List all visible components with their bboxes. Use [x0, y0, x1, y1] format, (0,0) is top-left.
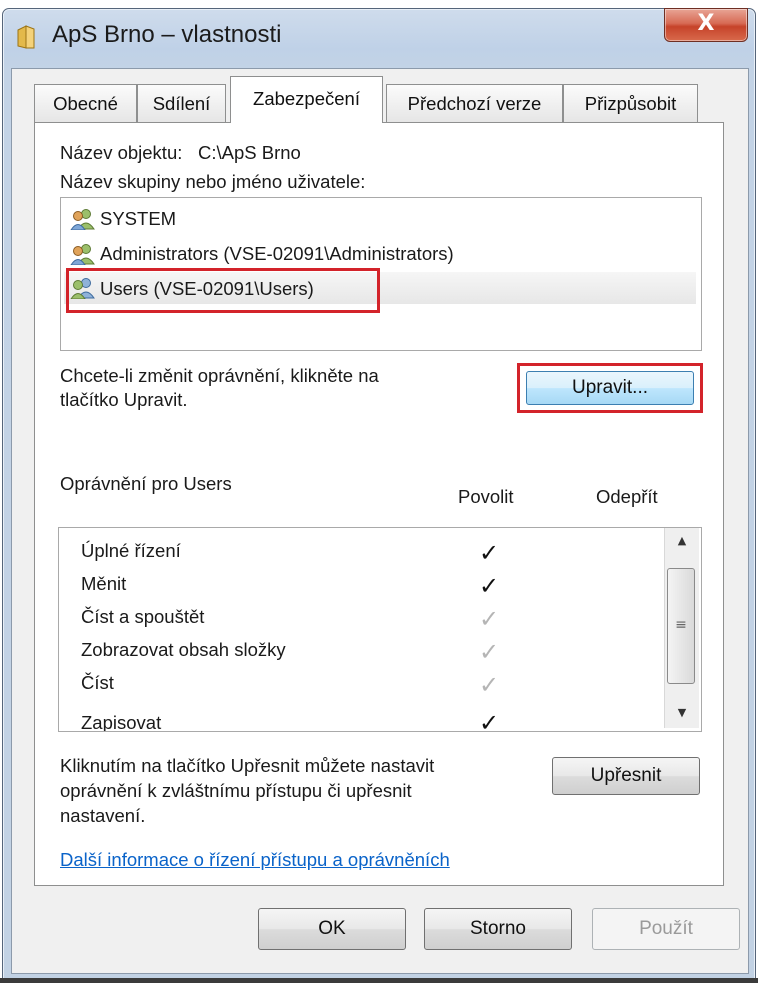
- background-document-strip: [0, 0, 758, 8]
- tab-customize[interactable]: Přizpůsobit: [563, 84, 698, 122]
- cancel-button[interactable]: Storno: [424, 908, 572, 950]
- tab-sharing[interactable]: Sdílení: [137, 84, 226, 122]
- change-permissions-hint-line2: tlačítko Upravit.: [60, 389, 188, 410]
- column-allow: Povolit: [458, 486, 514, 507]
- users-group-icon: [70, 208, 96, 231]
- scroll-up-arrow-icon[interactable]: ▲: [665, 528, 699, 554]
- scroll-down-arrow-icon[interactable]: ▼: [665, 700, 699, 726]
- apply-button[interactable]: Použít: [592, 908, 740, 950]
- permission-name: Číst a spouštět: [81, 606, 205, 627]
- ok-button[interactable]: OK: [258, 908, 406, 950]
- window-title: ApS Brno – vlastnosti: [52, 21, 282, 48]
- tab-security[interactable]: Zabezpečení: [230, 76, 383, 123]
- highlight-box-edit: [517, 363, 703, 413]
- allow-check-icon: ✓: [479, 709, 500, 732]
- allow-check-icon: ✓: [479, 572, 500, 600]
- allow-check-icon: ✓: [479, 539, 500, 567]
- folder-icon: [16, 24, 40, 50]
- tab-general[interactable]: Obecné: [34, 84, 137, 122]
- change-permissions-hint-line1: Chcete-li změnit oprávnění, klikněte na: [60, 365, 379, 386]
- permissions-scrollbar[interactable]: ▲ ≡ ▼: [664, 528, 699, 728]
- object-name-label: Název objektu:: [60, 142, 183, 163]
- scrollbar-thumb[interactable]: ≡: [667, 568, 695, 684]
- info-link[interactable]: Další informace o řízení přístupu a oprá…: [60, 849, 450, 871]
- permissions-list[interactable]: Úplné řízení ✓ Měnit ✓ Číst a spouštět ✓…: [58, 527, 702, 732]
- allow-check-icon-inherited: ✓: [479, 605, 500, 633]
- highlight-box-users: [66, 268, 380, 313]
- permission-name: Číst: [81, 672, 114, 693]
- object-name-value: C:\ApS Brno: [198, 142, 301, 163]
- advanced-hint-line3: nastavení.: [60, 805, 146, 826]
- allow-check-icon-inherited: ✓: [479, 671, 500, 699]
- advanced-button[interactable]: Upřesnit: [552, 757, 700, 795]
- permission-name: Měnit: [81, 573, 127, 594]
- bottom-shadow: [0, 978, 758, 983]
- permission-name: Zobrazovat obsah složky: [81, 639, 286, 660]
- permissions-title: Oprávnění pro Users: [60, 473, 232, 494]
- allow-check-icon-inherited: ✓: [479, 638, 500, 666]
- advanced-hint-line2: oprávnění k zvláštnímu přístupu či upřes…: [60, 780, 412, 801]
- group-or-user-names-label: Název skupiny nebo jméno uživatele:: [60, 171, 366, 192]
- permission-name: Zapisovat: [81, 712, 162, 732]
- close-button[interactable]: X: [664, 8, 748, 42]
- users-group-icon: [70, 243, 96, 266]
- advanced-hint-line1: Kliknutím na tlačítko Upřesnit můžete na…: [60, 755, 435, 776]
- user-name: Administrators (VSE-02091\Administrators…: [100, 243, 454, 264]
- user-name: SYSTEM: [100, 208, 177, 229]
- tab-previous-versions[interactable]: Předchozí verze: [386, 84, 563, 122]
- permission-name: Úplné řízení: [81, 540, 181, 561]
- column-deny: Odepřít: [596, 486, 658, 507]
